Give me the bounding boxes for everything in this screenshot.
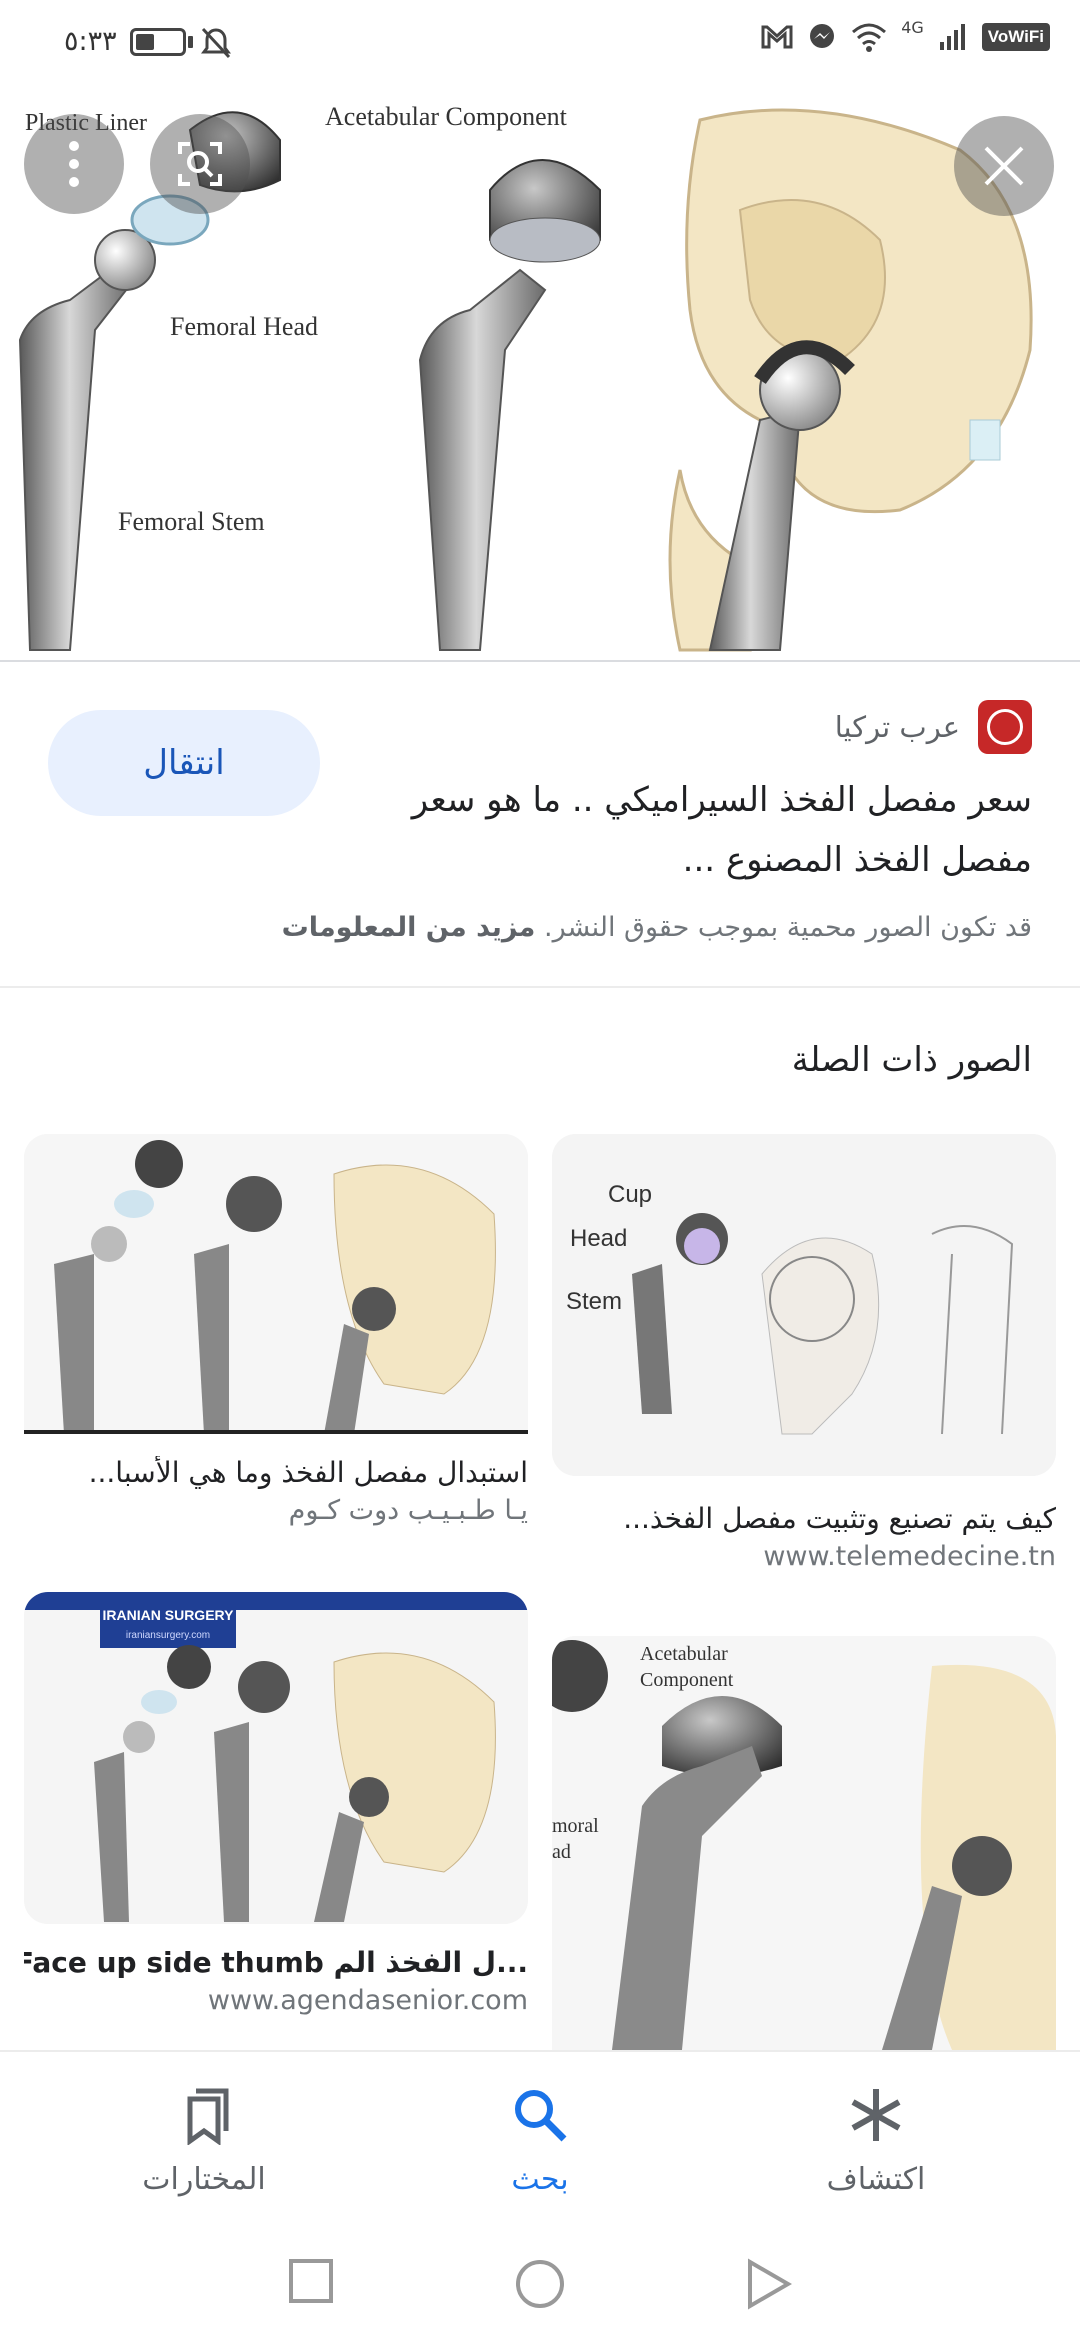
copyright-notice: قد تكون الصور محمية بموجب حقوق النشر. مز… xyxy=(281,912,1032,943)
gmail-icon xyxy=(761,25,793,49)
nav-discover-label: اكتشاف xyxy=(826,2162,926,2197)
bottom-navigation: اكتشاف بحث المختارات xyxy=(0,2050,1080,2230)
bell-off-icon xyxy=(201,27,231,59)
lens-button[interactable] xyxy=(150,114,250,214)
label-femoral-stem: Femoral Stem xyxy=(118,507,265,536)
label-acetabular: Acetabular Component xyxy=(325,102,568,131)
related-image: IRANIAN SURGERY iraniansurgery.com xyxy=(24,1592,528,1924)
svg-text:Component: Component xyxy=(640,1669,734,1691)
close-icon xyxy=(984,146,1024,186)
related-image: Acetabular Component moral ad xyxy=(552,1636,1056,2050)
nav-collections[interactable]: المختارات xyxy=(84,2080,324,2197)
iranian-surgery-logo: IRANIAN SURGERY xyxy=(103,1607,235,1623)
svg-text:Acetabular: Acetabular xyxy=(640,1643,728,1665)
nav-collections-label: المختارات xyxy=(142,2162,266,2197)
search-icon xyxy=(515,2090,567,2142)
related-card[interactable]: IRANIAN SURGERY iraniansurgery.com ...ل … xyxy=(24,1592,528,2016)
related-card[interactable]: استبدال مفصل الفخذ وما هي الأسبا... يـا … xyxy=(24,1134,528,1526)
result-title[interactable]: سعر مفصل الفخذ السيراميكي .. ما هو سعر م… xyxy=(372,770,1032,890)
recents-button[interactable] xyxy=(288,2258,334,2304)
svg-text:ad: ad xyxy=(552,1841,571,1863)
related-domain: www.agendasenior.com xyxy=(207,1985,528,2016)
status-bar: ٥:٣٣ 4G VoWiFi xyxy=(0,0,1080,90)
messenger-icon xyxy=(810,24,835,48)
svg-text:iraniansurgery.com: iraniansurgery.com xyxy=(126,1630,210,1641)
status-time: ٥:٣٣ xyxy=(64,26,117,57)
home-button[interactable] xyxy=(514,2258,566,2310)
svg-text:Cup: Cup xyxy=(608,1181,652,1208)
back-button[interactable] xyxy=(746,2258,792,2310)
related-image xyxy=(24,1134,528,1434)
visit-button[interactable]: انتقال xyxy=(48,710,320,816)
svg-text:Head: Head xyxy=(570,1225,627,1252)
nav-discover[interactable]: اكتشاف xyxy=(756,2080,996,2197)
vowifi-badge: VoWiFi xyxy=(981,23,1050,51)
more-vert-icon xyxy=(69,141,79,187)
svg-text:moral: moral xyxy=(552,1815,599,1837)
source-row[interactable]: عرب تركيا xyxy=(835,700,1032,754)
nav-search[interactable]: بحث xyxy=(420,2080,660,2197)
more-info-link[interactable]: مزيد من المعلومات xyxy=(282,912,536,943)
more-options-button[interactable] xyxy=(24,114,124,214)
source-name: عرب تركيا xyxy=(834,710,960,744)
close-button[interactable] xyxy=(954,116,1054,216)
svg-text:Stem: Stem xyxy=(566,1288,622,1315)
wifi-icon xyxy=(852,23,887,52)
related-title: ...ل الفخذ الم Face up side thumb xyxy=(24,1946,528,1979)
related-images-heading: الصور ذات الصلة xyxy=(791,1040,1032,1080)
asterisk-icon xyxy=(851,2089,901,2141)
related-image: Cup Head Stem xyxy=(552,1134,1056,1476)
related-domain: www.telemedecine.tn xyxy=(763,1541,1056,1572)
system-navigation xyxy=(0,2230,1080,2340)
lens-icon xyxy=(178,142,222,186)
related-title: استبدال مفصل الفخذ وما هي الأسبا... xyxy=(88,1456,528,1489)
nav-search-label: بحث xyxy=(511,2162,569,2197)
result-info: عرب تركيا انتقال سعر مفصل الفخذ السيرامي… xyxy=(0,664,1080,988)
hero-image[interactable]: Plastic Liner Acetabular Component Femor… xyxy=(0,90,1080,662)
collections-icon xyxy=(187,2088,229,2145)
source-favicon xyxy=(978,700,1032,754)
status-icons: 4G VoWiFi xyxy=(761,18,1050,52)
battery-icon xyxy=(130,28,186,56)
related-card[interactable]: Cup Head Stem كيف يتم تصنيع وتثبيت مفصل … xyxy=(552,1134,1056,1572)
related-card[interactable]: Acetabular Component moral ad xyxy=(552,1636,1056,2050)
label-femoral-head: Femoral Head xyxy=(170,312,318,341)
network-type: 4G xyxy=(901,17,924,37)
related-title: كيف يتم تصنيع وتثبيت مفصل الفخذ... xyxy=(623,1502,1056,1535)
related-domain: يـا طـبـيـب دوت كـوم xyxy=(288,1495,528,1526)
signal-icon xyxy=(939,24,965,50)
